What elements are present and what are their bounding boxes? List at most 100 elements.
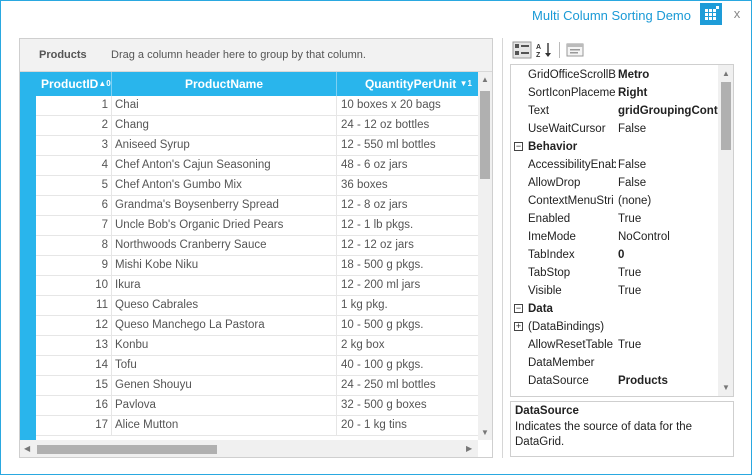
property-row[interactable]: DataSource Products <box>511 372 719 390</box>
cell-quantityperunit[interactable]: 12 - 1 lb pkgs. <box>337 216 478 236</box>
scroll-down-icon[interactable]: ▼ <box>481 428 489 438</box>
table-row[interactable]: 5 Chef Anton's Gumbo Mix 36 boxes <box>36 176 478 196</box>
table-row[interactable]: 11 Queso Cabrales 1 kg pkg. <box>36 296 478 316</box>
cell-productname[interactable]: Pavlova <box>112 396 337 416</box>
property-value[interactable]: True <box>618 264 718 282</box>
grid-horizontal-scroll-thumb[interactable] <box>37 445 217 454</box>
property-row[interactable]: ContextMenuStri (none) <box>511 192 719 210</box>
property-row[interactable]: AllowDrop False <box>511 174 719 192</box>
property-row[interactable]: GridOfficeScrollB Metro <box>511 66 719 84</box>
table-row[interactable]: 12 Queso Manchego La Pastora 10 - 500 g pk… <box>36 316 478 336</box>
scroll-left-icon[interactable]: ◀ <box>24 444 30 454</box>
property-value[interactable]: Right <box>618 84 718 102</box>
property-value[interactable]: 0 <box>618 246 718 264</box>
cell-productname[interactable]: Queso Cabrales <box>112 296 337 316</box>
column-header-productid[interactable]: ProductID▲0 <box>36 72 112 96</box>
cell-productid[interactable]: 12 <box>36 316 112 336</box>
property-value[interactable]: False <box>618 156 718 174</box>
property-value[interactable]: False <box>618 174 718 192</box>
property-value[interactable]: (none) <box>618 192 718 210</box>
property-pages-icon[interactable] <box>565 41 585 59</box>
cell-quantityperunit[interactable]: 18 - 500 g pkgs. <box>337 256 478 276</box>
property-value[interactable]: True <box>618 210 718 228</box>
cell-productid[interactable]: 11 <box>36 296 112 316</box>
cell-productname[interactable]: Alice Mutton <box>112 416 337 436</box>
property-value[interactable]: Products <box>618 372 718 390</box>
property-category[interactable]: − Behavior <box>511 138 719 156</box>
table-row[interactable]: 9 Mishi Kobe Niku 18 - 500 g pkgs. <box>36 256 478 276</box>
cell-quantityperunit[interactable]: 12 - 550 ml bottles <box>337 136 478 156</box>
cell-quantityperunit[interactable]: 10 - 500 g pkgs. <box>337 316 478 336</box>
property-row[interactable]: Text gridGroupingContr <box>511 102 719 120</box>
scroll-up-icon[interactable]: ▲ <box>722 69 730 79</box>
cell-productid[interactable]: 8 <box>36 236 112 256</box>
cell-productid[interactable]: 4 <box>36 156 112 176</box>
cell-quantityperunit[interactable]: 10 boxes x 20 bags <box>337 96 478 116</box>
cell-productname[interactable]: Grandma's Boysenberry Spread <box>112 196 337 216</box>
cell-quantityperunit[interactable]: 48 - 6 oz jars <box>337 156 478 176</box>
property-row[interactable]: + (DataBindings) <box>511 318 719 336</box>
cell-productid[interactable]: 1 <box>36 96 112 116</box>
cell-productname[interactable]: Chef Anton's Cajun Seasoning <box>112 156 337 176</box>
cell-quantityperunit[interactable]: 32 - 500 g boxes <box>337 396 478 416</box>
property-value[interactable]: NoControl <box>618 228 718 246</box>
cell-productname[interactable]: Queso Manchego La Pastora <box>112 316 337 336</box>
cell-productid[interactable]: 7 <box>36 216 112 236</box>
cell-productname[interactable]: Konbu <box>112 336 337 356</box>
scroll-up-icon[interactable]: ▲ <box>481 75 489 85</box>
property-value[interactable]: True <box>618 336 718 354</box>
grouping-grid[interactable]: Products Drag a column header here to gr… <box>19 38 493 458</box>
cell-productid[interactable]: 15 <box>36 376 112 396</box>
cell-productid[interactable]: 3 <box>36 136 112 156</box>
table-row[interactable]: 3 Aniseed Syrup 12 - 550 ml bottles <box>36 136 478 156</box>
table-row[interactable]: 2 Chang 24 - 12 oz bottles <box>36 116 478 136</box>
table-row[interactable]: 8 Northwoods Cranberry Sauce 12 - 12 oz ja… <box>36 236 478 256</box>
cell-productid[interactable]: 6 <box>36 196 112 216</box>
property-row[interactable]: AllowResetTable True <box>511 336 719 354</box>
table-row[interactable]: 4 Chef Anton's Cajun Seasoning 48 - 6 oz j… <box>36 156 478 176</box>
property-row[interactable]: SortIconPlaceme Right <box>511 84 719 102</box>
property-grid-vertical-scrollbar[interactable]: ▲ ▼ <box>718 65 733 396</box>
cell-productname[interactable]: Tofu <box>112 356 337 376</box>
group-drop-area[interactable]: Products Drag a column header here to gr… <box>20 39 492 72</box>
cell-productname[interactable]: Uncle Bob's Organic Dried Pears <box>112 216 337 236</box>
cell-quantityperunit[interactable]: 2 kg box <box>337 336 478 356</box>
property-grid-scroll-thumb[interactable] <box>721 82 731 150</box>
cell-quantityperunit[interactable]: 12 - 8 oz jars <box>337 196 478 216</box>
cell-productname[interactable]: Chai <box>112 96 337 116</box>
close-button[interactable]: x <box>729 6 745 22</box>
table-row[interactable]: 10 Ikura 12 - 200 ml jars <box>36 276 478 296</box>
cell-productname[interactable]: Genen Shouyu <box>112 376 337 396</box>
cell-productid[interactable]: 17 <box>36 416 112 436</box>
cell-quantityperunit[interactable]: 12 - 200 ml jars <box>337 276 478 296</box>
cell-quantityperunit[interactable]: 20 - 1 kg tins <box>337 416 478 436</box>
scroll-down-icon[interactable]: ▼ <box>722 383 730 393</box>
property-row[interactable]: Visible True <box>511 282 719 300</box>
cell-productid[interactable]: 14 <box>36 356 112 376</box>
cell-productname[interactable]: Northwoods Cranberry Sauce <box>112 236 337 256</box>
property-value[interactable]: True <box>618 282 718 300</box>
app-grid-icon[interactable] <box>700 3 722 25</box>
expand-icon[interactable]: + <box>514 322 523 331</box>
cell-productname[interactable]: Chang <box>112 116 337 136</box>
table-row[interactable]: 15 Genen Shouyu 24 - 250 ml bottles <box>36 376 478 396</box>
cell-quantityperunit[interactable]: 40 - 100 g pkgs. <box>337 356 478 376</box>
table-row[interactable]: 6 Grandma's Boysenberry Spread 12 - 8 oz j… <box>36 196 478 216</box>
property-row[interactable]: DataMember <box>511 354 719 372</box>
cell-productid[interactable]: 9 <box>36 256 112 276</box>
property-value[interactable]: False <box>618 120 718 138</box>
scroll-right-icon[interactable]: ▶ <box>466 444 472 454</box>
property-value[interactable]: gridGroupingContr <box>618 102 718 120</box>
table-row[interactable]: 13 Konbu 2 kg box <box>36 336 478 356</box>
collapse-icon[interactable]: − <box>514 304 523 313</box>
cell-productname[interactable]: Ikura <box>112 276 337 296</box>
property-row[interactable]: ImeMode NoControl <box>511 228 719 246</box>
cell-productid[interactable]: 5 <box>36 176 112 196</box>
property-row[interactable]: Enabled True <box>511 210 719 228</box>
cell-quantityperunit[interactable]: 1 kg pkg. <box>337 296 478 316</box>
table-row[interactable]: 1 Chai 10 boxes x 20 bags <box>36 96 478 116</box>
collapse-icon[interactable]: − <box>514 142 523 151</box>
cell-productname[interactable]: Chef Anton's Gumbo Mix <box>112 176 337 196</box>
cell-productid[interactable]: 2 <box>36 116 112 136</box>
table-row[interactable]: 17 Alice Mutton 20 - 1 kg tins <box>36 416 478 436</box>
